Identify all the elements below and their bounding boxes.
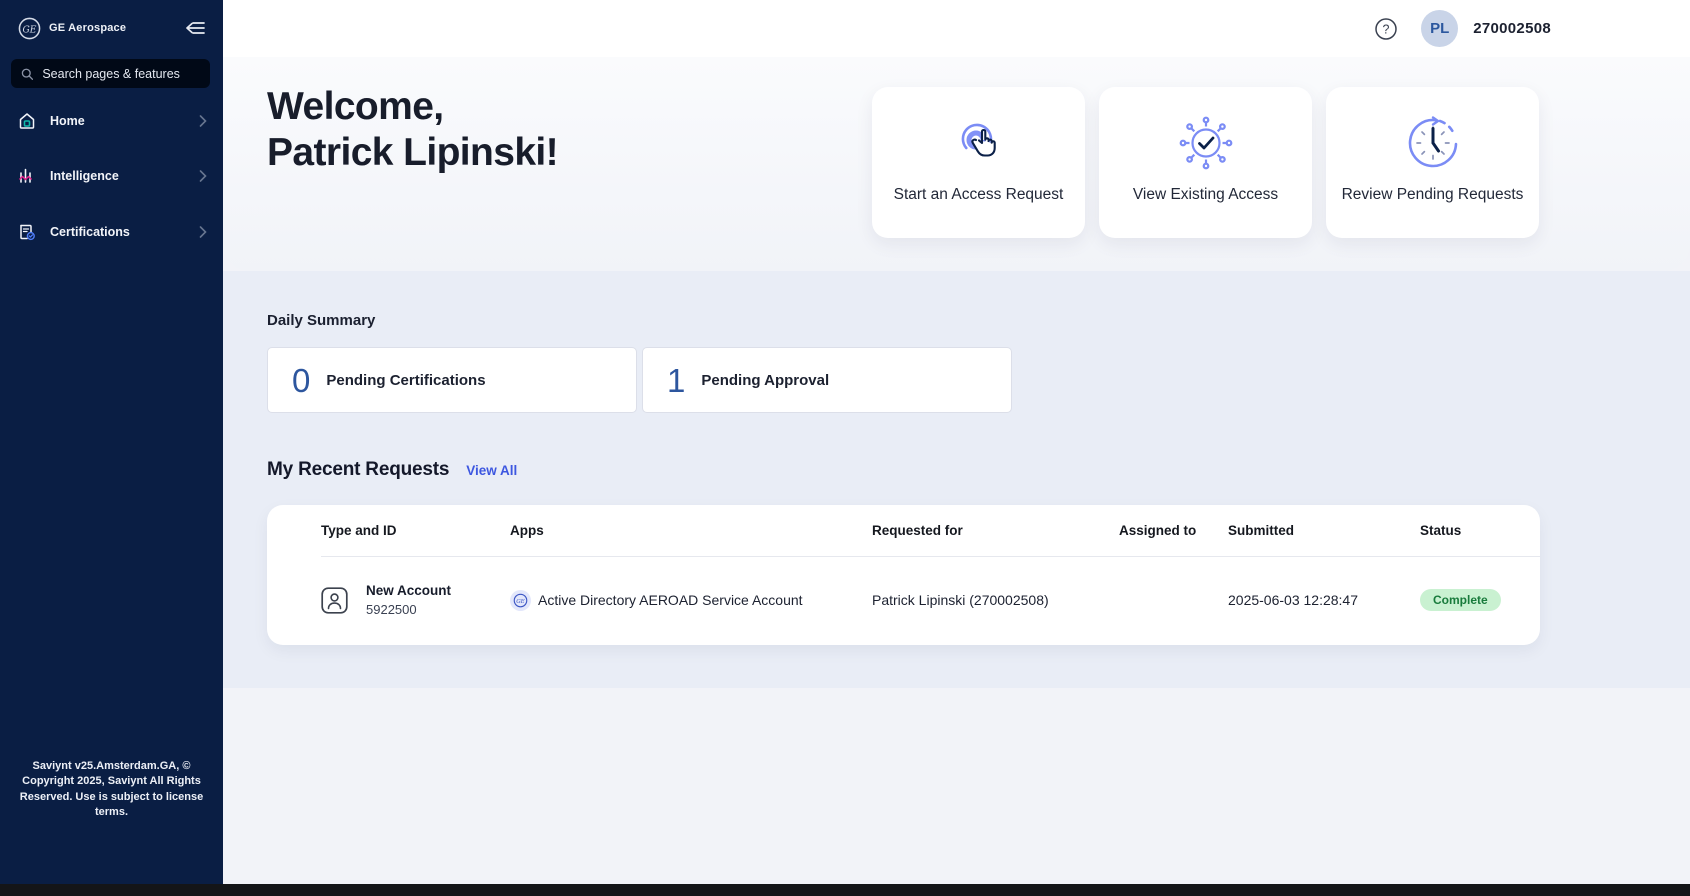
daily-summary-title: Daily Summary: [267, 312, 375, 329]
view-existing-access-card[interactable]: View Existing Access: [1099, 87, 1312, 238]
pending-approval-card[interactable]: 1 Pending Approval: [642, 347, 1012, 413]
welcome-line1: Welcome,: [267, 84, 558, 130]
recent-requests-header: My Recent Requests View All: [267, 459, 517, 481]
column-requested-for: Requested for: [872, 523, 1119, 538]
status-badge: Complete: [1420, 589, 1501, 611]
window-bottom-edge: [0, 884, 1690, 896]
pending-approval-count: 1: [667, 364, 685, 397]
avatar[interactable]: PL: [1421, 10, 1458, 47]
table-row[interactable]: New Account 5922500 GE Active Directory …: [321, 557, 1540, 643]
chevron-right-icon: [199, 170, 207, 182]
help-icon[interactable]: ?: [1374, 17, 1398, 41]
recent-requests-table: Type and ID Apps Requested for Assigned …: [267, 505, 1540, 645]
intelligence-chart-icon: [18, 167, 36, 185]
request-type: New Account: [366, 583, 451, 598]
pending-certifications-label: Pending Certifications: [326, 372, 485, 389]
review-pending-requests-card[interactable]: Review Pending Requests: [1326, 87, 1539, 238]
account-person-icon: [321, 587, 348, 614]
chevron-right-icon: [199, 226, 207, 238]
chevron-right-icon: [199, 115, 207, 127]
quick-action-cards: Start an Access Request: [872, 87, 1539, 238]
pending-certifications-card[interactable]: 0 Pending Certifications: [267, 347, 637, 413]
app-ge-icon: GE: [510, 590, 531, 611]
start-access-request-card[interactable]: Start an Access Request: [872, 87, 1085, 238]
search-input[interactable]: [42, 67, 200, 81]
certifications-doc-icon: [18, 223, 36, 241]
sidebar: GE GE Aerospace Home Intelligence: [0, 0, 223, 884]
sidebar-footer-copyright: Saviynt v25.Amsterdam.GA, © Copyright 20…: [0, 759, 223, 820]
column-assigned-to: Assigned to: [1119, 523, 1228, 538]
sidebar-item-intelligence[interactable]: Intelligence: [0, 162, 223, 190]
svg-text:GE: GE: [516, 599, 525, 605]
pending-clock-icon: [1404, 115, 1462, 171]
view-all-link[interactable]: View All: [466, 463, 517, 478]
dashboard-body: Daily Summary 0 Pending Certifications 1…: [223, 271, 1690, 688]
pending-approval-label: Pending Approval: [701, 372, 829, 389]
requested-for-cell: Patrick Lipinski (270002508): [872, 592, 1119, 608]
sidebar-item-home[interactable]: Home: [0, 107, 223, 135]
tap-hand-icon: [953, 115, 1005, 171]
hero-section: Welcome, Patrick Lipinski! Start an Acce…: [223, 57, 1690, 271]
collapse-sidebar-icon[interactable]: [183, 18, 207, 38]
submitted-cell: 2025-06-03 12:28:47: [1228, 592, 1420, 608]
daily-summary-cards: 0 Pending Certifications 1 Pending Appro…: [267, 347, 1012, 413]
column-apps: Apps: [510, 523, 872, 538]
search-icon: [21, 67, 33, 81]
svg-text:GE: GE: [23, 25, 37, 35]
apps-cell: GE Active Directory AEROAD Service Accou…: [510, 590, 872, 611]
network-check-icon: [1178, 115, 1234, 171]
sidebar-item-label: Home: [50, 114, 85, 128]
action-card-label: Start an Access Request: [894, 186, 1064, 204]
column-submitted: Submitted: [1228, 523, 1420, 538]
column-type-and-id: Type and ID: [321, 523, 510, 538]
request-id: 5922500: [366, 602, 451, 617]
app-name: Active Directory AEROAD Service Account: [538, 592, 803, 608]
main-area: ? PL 270002508 Welcome, Patrick Lipinski…: [223, 0, 1690, 884]
table-header-row: Type and ID Apps Requested for Assigned …: [321, 505, 1540, 557]
action-card-label: Review Pending Requests: [1342, 186, 1524, 204]
welcome-heading: Welcome, Patrick Lipinski!: [267, 84, 558, 175]
topbar: ? PL 270002508: [223, 0, 1690, 57]
recent-requests-title: My Recent Requests: [267, 459, 449, 481]
status-cell: Complete: [1420, 589, 1522, 611]
sidebar-item-label: Certifications: [50, 225, 130, 239]
pending-certifications-count: 0: [292, 364, 310, 397]
column-status: Status: [1420, 523, 1522, 538]
sidebar-item-certifications[interactable]: Certifications: [0, 218, 223, 246]
home-icon: [18, 112, 36, 130]
user-id: 270002508: [1473, 20, 1551, 37]
ge-aerospace-logo-icon: GE: [18, 17, 41, 40]
type-and-id-cell: New Account 5922500: [321, 583, 510, 617]
action-card-label: View Existing Access: [1133, 186, 1278, 204]
svg-text:?: ?: [1383, 22, 1390, 36]
brand-name: GE Aerospace: [49, 22, 126, 34]
sidebar-item-label: Intelligence: [50, 169, 119, 183]
sidebar-search[interactable]: [11, 59, 210, 88]
bottom-spacer: [223, 688, 1690, 884]
brand-row: GE GE Aerospace: [18, 14, 207, 42]
welcome-line2: Patrick Lipinski!: [267, 130, 558, 176]
